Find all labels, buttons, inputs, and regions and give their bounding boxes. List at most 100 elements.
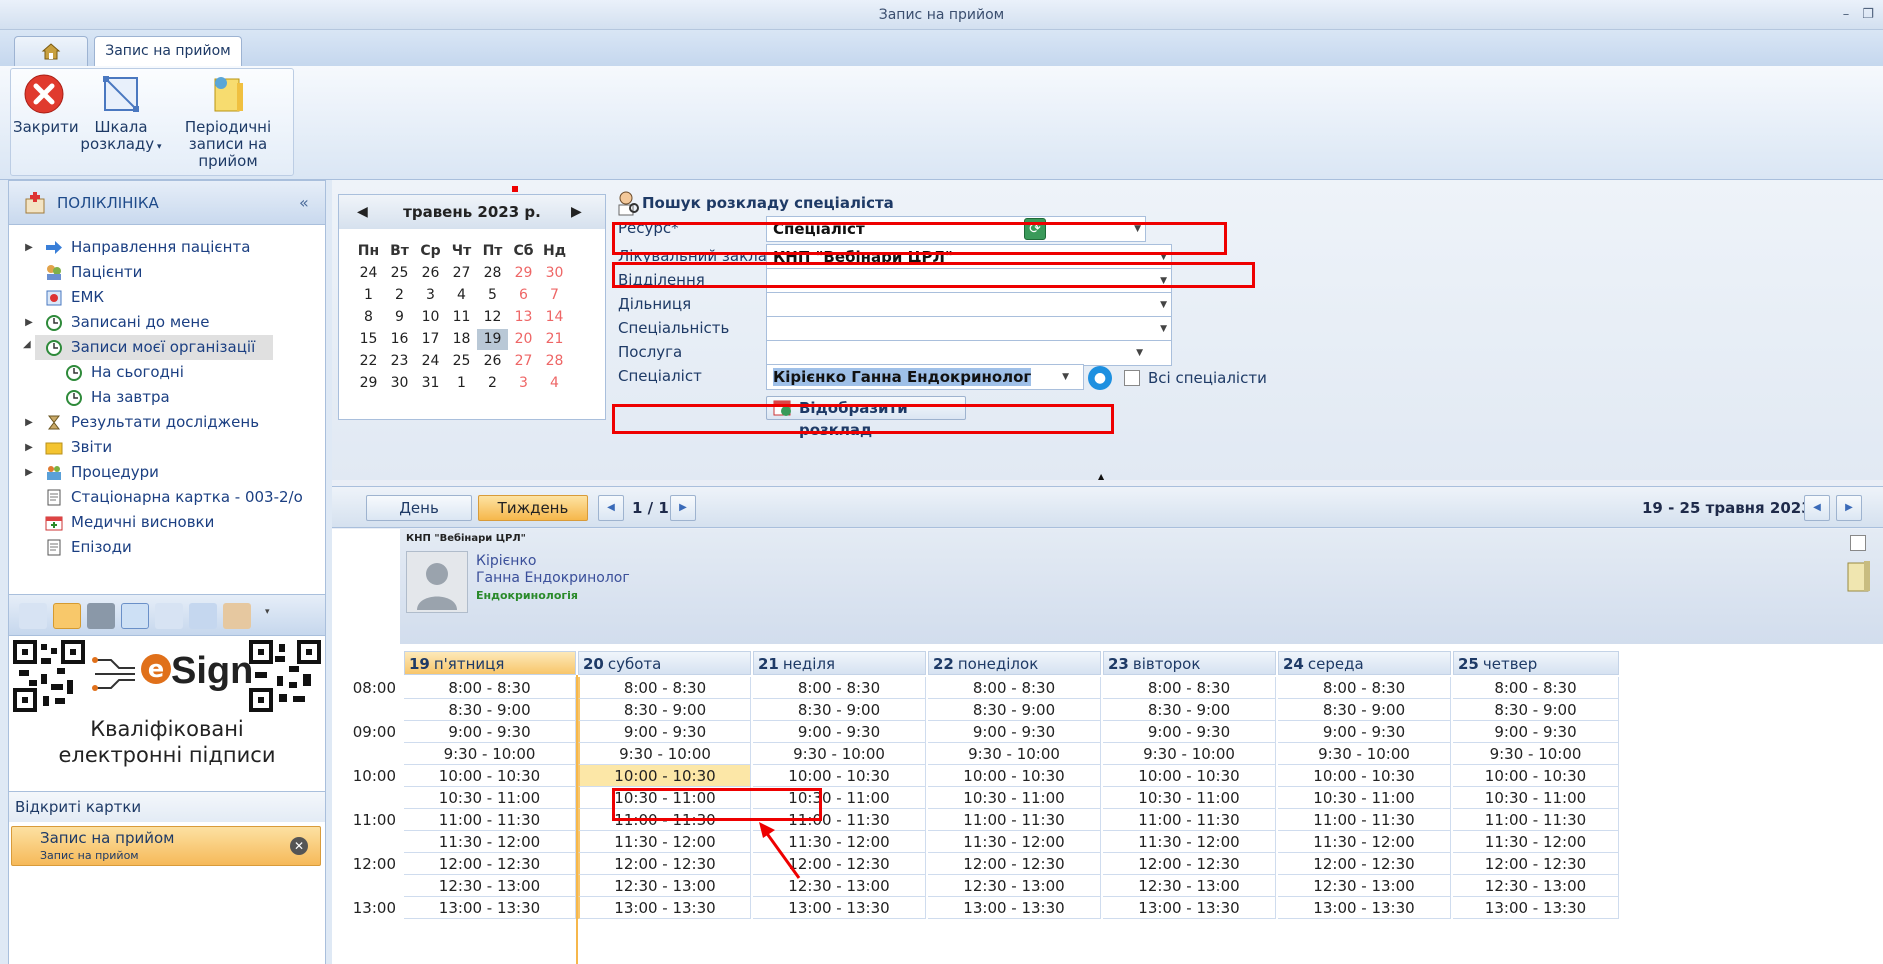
- time-slot[interactable]: 13:00 - 13:30: [928, 897, 1101, 919]
- calendar-day[interactable]: 4: [539, 373, 570, 394]
- restore-icon[interactable]: ❐: [1858, 0, 1878, 30]
- collapse-arrow-icon[interactable]: ◢: [23, 339, 31, 350]
- esign-banner[interactable]: e Sign Кваліфіковані електронні підписи: [9, 636, 325, 784]
- calendar-day[interactable]: 15: [353, 329, 384, 350]
- dropdown-arrow-icon[interactable]: ▼: [1062, 365, 1069, 389]
- calendar-day[interactable]: 21: [539, 329, 570, 350]
- sidebar-item-org-records[interactable]: Записи моєї організації: [35, 335, 273, 360]
- time-slot[interactable]: 12:00 - 12:30: [1278, 853, 1451, 875]
- time-slot[interactable]: 9:00 - 9:30: [753, 721, 926, 743]
- select-all-checkbox[interactable]: [1850, 535, 1866, 551]
- sidebar-item-referral[interactable]: ▶ Направлення пацієнта: [9, 235, 325, 260]
- splitter-arrow-icon[interactable]: ▲: [1098, 472, 1104, 481]
- week-view-button[interactable]: Тиждень: [478, 495, 588, 521]
- calendar-day[interactable]: 22: [353, 351, 384, 372]
- time-slot[interactable]: 13:00 - 13:30: [404, 897, 576, 919]
- time-slot[interactable]: 12:30 - 13:00: [928, 875, 1101, 897]
- time-slot[interactable]: 9:00 - 9:30: [1453, 721, 1619, 743]
- sidebar-item-emk[interactable]: ЕМК: [9, 285, 325, 310]
- service-select[interactable]: ▼: [766, 340, 1172, 366]
- time-slot[interactable]: 11:00 - 11:30: [1103, 809, 1276, 831]
- time-slot[interactable]: 13:00 - 13:30: [753, 897, 926, 919]
- time-slot[interactable]: 9:30 - 10:00: [578, 743, 751, 765]
- schedule-scale-button[interactable]: Шкала розкладу ▾: [79, 73, 163, 156]
- time-slot[interactable]: 10:30 - 11:00: [928, 787, 1101, 809]
- time-slot[interactable]: 10:30 - 11:00: [404, 787, 576, 809]
- district-select[interactable]: ▼: [766, 292, 1172, 318]
- building-icon[interactable]: [87, 603, 115, 629]
- calendar-icon[interactable]: [121, 603, 149, 629]
- open-card-item[interactable]: Запис на прийом Запис на прийом ✕: [11, 826, 321, 866]
- time-slot[interactable]: 11:00 - 11:30: [928, 809, 1101, 831]
- time-slot[interactable]: 8:00 - 8:30: [404, 677, 576, 699]
- more-icon[interactable]: ▾: [265, 607, 270, 617]
- day-view-button[interactable]: День: [366, 495, 472, 521]
- time-slot[interactable]: 12:00 - 12:30: [404, 853, 576, 875]
- time-slot[interactable]: 11:00 - 11:30: [1278, 809, 1451, 831]
- time-slot[interactable]: 10:00 - 10:30: [928, 765, 1101, 787]
- time-slot[interactable]: 8:30 - 9:00: [404, 699, 576, 721]
- time-slot[interactable]: 8:00 - 8:30: [753, 677, 926, 699]
- calendar-day[interactable]: 25: [384, 263, 415, 284]
- time-slot[interactable]: 10:00 - 10:30: [404, 765, 576, 787]
- time-slot[interactable]: 13:00 - 13:30: [1453, 897, 1619, 919]
- expand-arrow-icon[interactable]: ▶: [23, 410, 35, 435]
- calendar-day[interactable]: 18: [446, 329, 477, 350]
- user-profile-icon[interactable]: ●: [1088, 366, 1112, 390]
- calendar-day[interactable]: 4: [446, 285, 477, 306]
- time-slot[interactable]: 8:00 - 8:30: [578, 677, 751, 699]
- calendar-day[interactable]: 1: [353, 285, 384, 306]
- time-slot[interactable]: 11:30 - 12:00: [578, 831, 751, 853]
- time-slot[interactable]: 8:00 - 8:30: [928, 677, 1101, 699]
- day-header[interactable]: 21 неділя: [753, 651, 926, 675]
- calendar-day[interactable]: 7: [539, 285, 570, 306]
- sidebar-item-procedures[interactable]: ▶ Процедури: [9, 460, 325, 485]
- time-slot[interactable]: 8:00 - 8:30: [1103, 677, 1276, 699]
- calendar-day[interactable]: 23: [384, 351, 415, 372]
- time-slot[interactable]: 12:00 - 12:30: [1453, 853, 1619, 875]
- sidebar-item-results[interactable]: ▶ Результати досліджень: [9, 410, 325, 435]
- time-slot[interactable]: 11:30 - 12:00: [1453, 831, 1619, 853]
- calendar-day[interactable]: 24: [415, 351, 446, 372]
- time-slot[interactable]: 9:00 - 9:30: [1278, 721, 1451, 743]
- time-slot[interactable]: 13:00 - 13:30: [578, 897, 751, 919]
- calendar-day[interactable]: 6: [508, 285, 539, 306]
- notes-icon[interactable]: [1844, 559, 1874, 593]
- specialty-select[interactable]: ▼: [766, 316, 1172, 342]
- day-header[interactable]: 23 вівторок: [1103, 651, 1276, 675]
- time-slot[interactable]: 12:30 - 13:00: [578, 875, 751, 897]
- prev-page-icon[interactable]: ◀: [598, 495, 624, 521]
- dropdown-arrow-icon[interactable]: ▼: [1160, 317, 1167, 341]
- calendar-day[interactable]: 30: [384, 373, 415, 394]
- time-slot[interactable]: 8:30 - 9:00: [753, 699, 926, 721]
- calendar-day[interactable]: 3: [508, 373, 539, 394]
- time-slot[interactable]: 10:30 - 11:00: [1453, 787, 1619, 809]
- sidebar-item-booked-to-me[interactable]: ▶ Записані до мене: [9, 310, 325, 335]
- collapse-panel-icon[interactable]: «: [299, 181, 309, 225]
- time-slot[interactable]: 11:30 - 12:00: [928, 831, 1101, 853]
- close-button[interactable]: Закрити: [13, 73, 79, 136]
- time-slot[interactable]: 9:00 - 9:30: [404, 721, 576, 743]
- calendar-day[interactable]: 20: [508, 329, 539, 350]
- prev-month-icon[interactable]: ◀: [357, 195, 368, 229]
- calendar-day[interactable]: 9: [384, 307, 415, 328]
- prev-week-icon[interactable]: ◀: [1804, 495, 1830, 521]
- calendar-day[interactable]: 17: [415, 329, 446, 350]
- sidebar-item-today[interactable]: На сьогодні: [9, 360, 325, 385]
- time-slot[interactable]: 9:30 - 10:00: [928, 743, 1101, 765]
- time-slot[interactable]: 8:30 - 9:00: [578, 699, 751, 721]
- sidebar-item-medical-conclusions[interactable]: Медичні висновки: [9, 510, 325, 535]
- time-slot[interactable]: 8:00 - 8:30: [1278, 677, 1451, 699]
- time-slot[interactable]: 12:00 - 12:30: [928, 853, 1101, 875]
- time-slot[interactable]: 8:30 - 9:00: [1103, 699, 1276, 721]
- day-header[interactable]: 19 п'ятниця: [404, 651, 576, 675]
- time-slot[interactable]: 10:30 - 11:00: [1103, 787, 1276, 809]
- calendar-day[interactable]: 8: [353, 307, 384, 328]
- next-month-icon[interactable]: ▶: [571, 195, 582, 229]
- day-header[interactable]: 20 субота: [578, 651, 751, 675]
- calendar-day[interactable]: 14: [539, 307, 570, 328]
- sidebar-item-tomorrow[interactable]: На завтра: [9, 385, 325, 410]
- expand-arrow-icon[interactable]: ▶: [23, 310, 35, 335]
- time-slot[interactable]: 8:30 - 9:00: [928, 699, 1101, 721]
- calendar-day[interactable]: 29: [508, 263, 539, 284]
